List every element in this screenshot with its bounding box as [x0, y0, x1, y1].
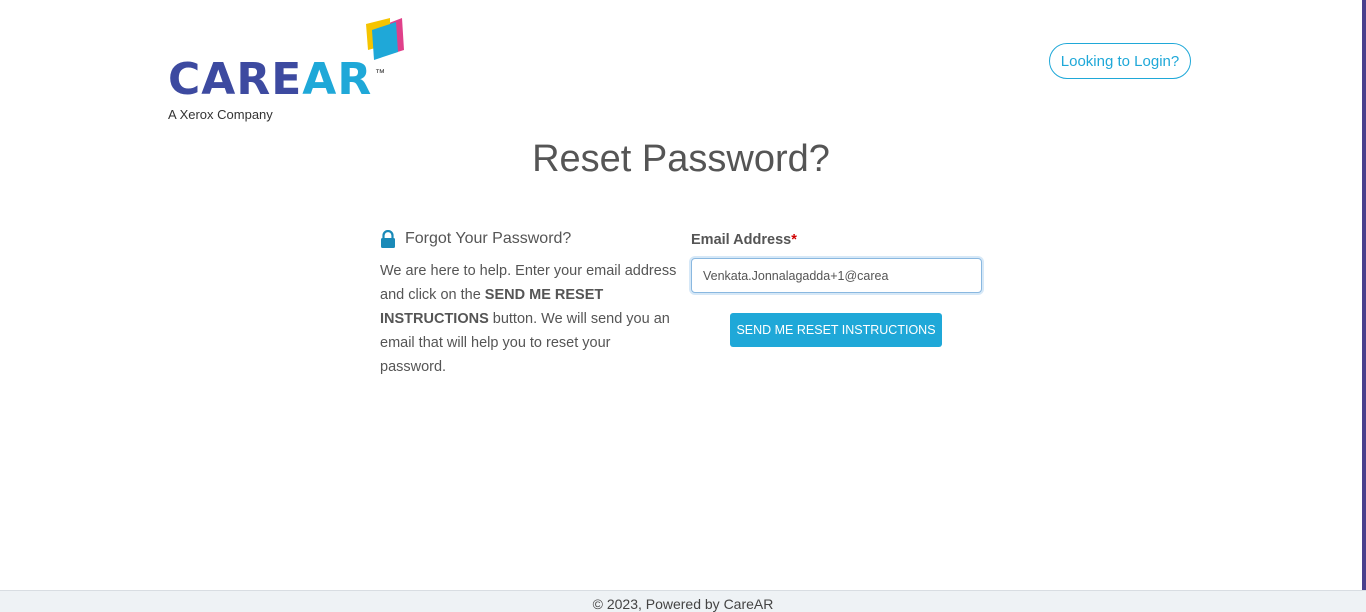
send-reset-instructions-button[interactable]: SEND ME RESET INSTRUCTIONS — [730, 313, 942, 347]
email-field[interactable] — [691, 258, 982, 293]
page-title: Reset Password? — [532, 138, 830, 180]
footer: © 2023, Powered by CareAR — [0, 590, 1366, 612]
help-title: Forgot Your Password? — [405, 230, 572, 247]
help-header: Forgot Your Password? — [380, 228, 680, 250]
lock-icon — [381, 230, 395, 248]
required-marker: * — [791, 232, 797, 248]
reset-form: Email Address* SEND ME RESET INSTRUCTION… — [691, 232, 983, 347]
help-panel: Forgot Your Password? We are here to hel… — [380, 228, 680, 379]
carear-logo[interactable]: CAREAR ™ A Xerox Company — [168, 18, 413, 128]
reset-password-page: CAREAR ™ A Xerox Company Looking to Logi… — [0, 0, 1366, 612]
trademark-symbol: ™ — [375, 68, 385, 79]
email-label: Email Address* — [691, 232, 797, 248]
logo-wordmark: CAREAR — [168, 54, 373, 105]
window-edge-bar — [1362, 0, 1366, 590]
help-text: We are here to help. Enter your email ad… — [380, 263, 677, 375]
logo-subtitle: A Xerox Company — [168, 107, 273, 122]
looking-to-login-button[interactable]: Looking to Login? — [1049, 43, 1191, 79]
